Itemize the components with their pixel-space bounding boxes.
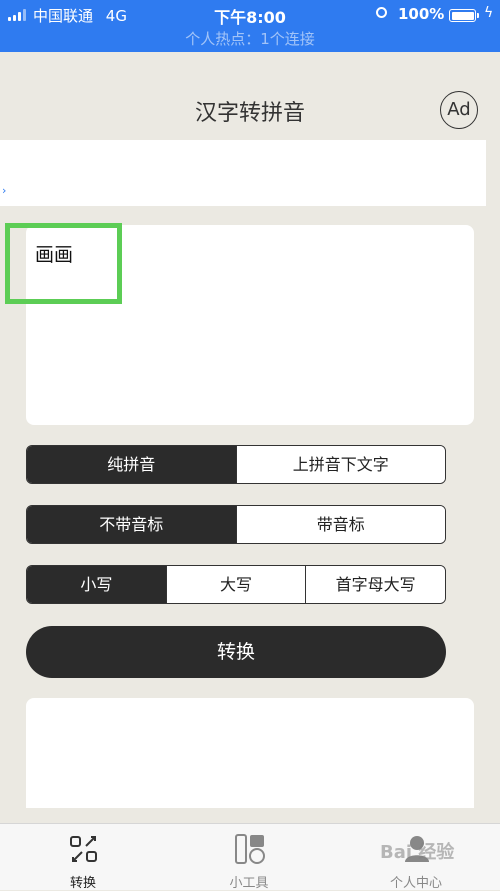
battery-icon <box>449 9 479 22</box>
tab-label: 小工具 <box>229 876 269 891</box>
option-no-tone[interactable]: 不带音标 <box>27 506 236 543</box>
convert-icon <box>70 836 97 862</box>
convert-button[interactable]: 转换 <box>26 626 446 678</box>
option-with-tone[interactable]: 带音标 <box>235 506 445 543</box>
chevron-right-icon: › <box>2 184 7 197</box>
hotspot-banner[interactable]: 个人热点：1个连接 <box>0 28 500 49</box>
highlight-box <box>5 223 122 304</box>
option-uppercase[interactable]: 大写 <box>165 566 306 603</box>
tab-label: 转换 <box>69 876 96 891</box>
option-pure-pinyin[interactable]: 纯拼音 <box>27 446 236 483</box>
alarm-icon <box>376 7 387 18</box>
format-selector: 纯拼音 上拼音下文字 <box>26 445 446 484</box>
option-lowercase[interactable]: 小写 <box>27 566 166 603</box>
option-pinyin-above-text[interactable]: 上拼音下文字 <box>235 446 445 483</box>
ad-button[interactable]: Ad <box>440 91 478 129</box>
tone-selector: 不带音标 带音标 <box>26 505 446 544</box>
tab-label: 个人中心 <box>389 876 442 891</box>
page-title: 汉字转拼音 <box>194 101 305 126</box>
output-area[interactable] <box>26 698 474 808</box>
ad-banner[interactable]: › <box>0 140 486 206</box>
case-selector: 小写 大写 首字母大写 <box>26 565 446 604</box>
status-bar: 中国联通 4G 下午8:00 100% ϟ 个人热点：1个连接 <box>0 0 500 52</box>
battery-percent: 100% <box>398 5 445 23</box>
tools-icon <box>235 834 265 864</box>
option-capitalize[interactable]: 首字母大写 <box>305 566 445 603</box>
watermark: Bai 经验 <box>380 842 455 863</box>
charging-icon: ϟ <box>484 5 494 21</box>
